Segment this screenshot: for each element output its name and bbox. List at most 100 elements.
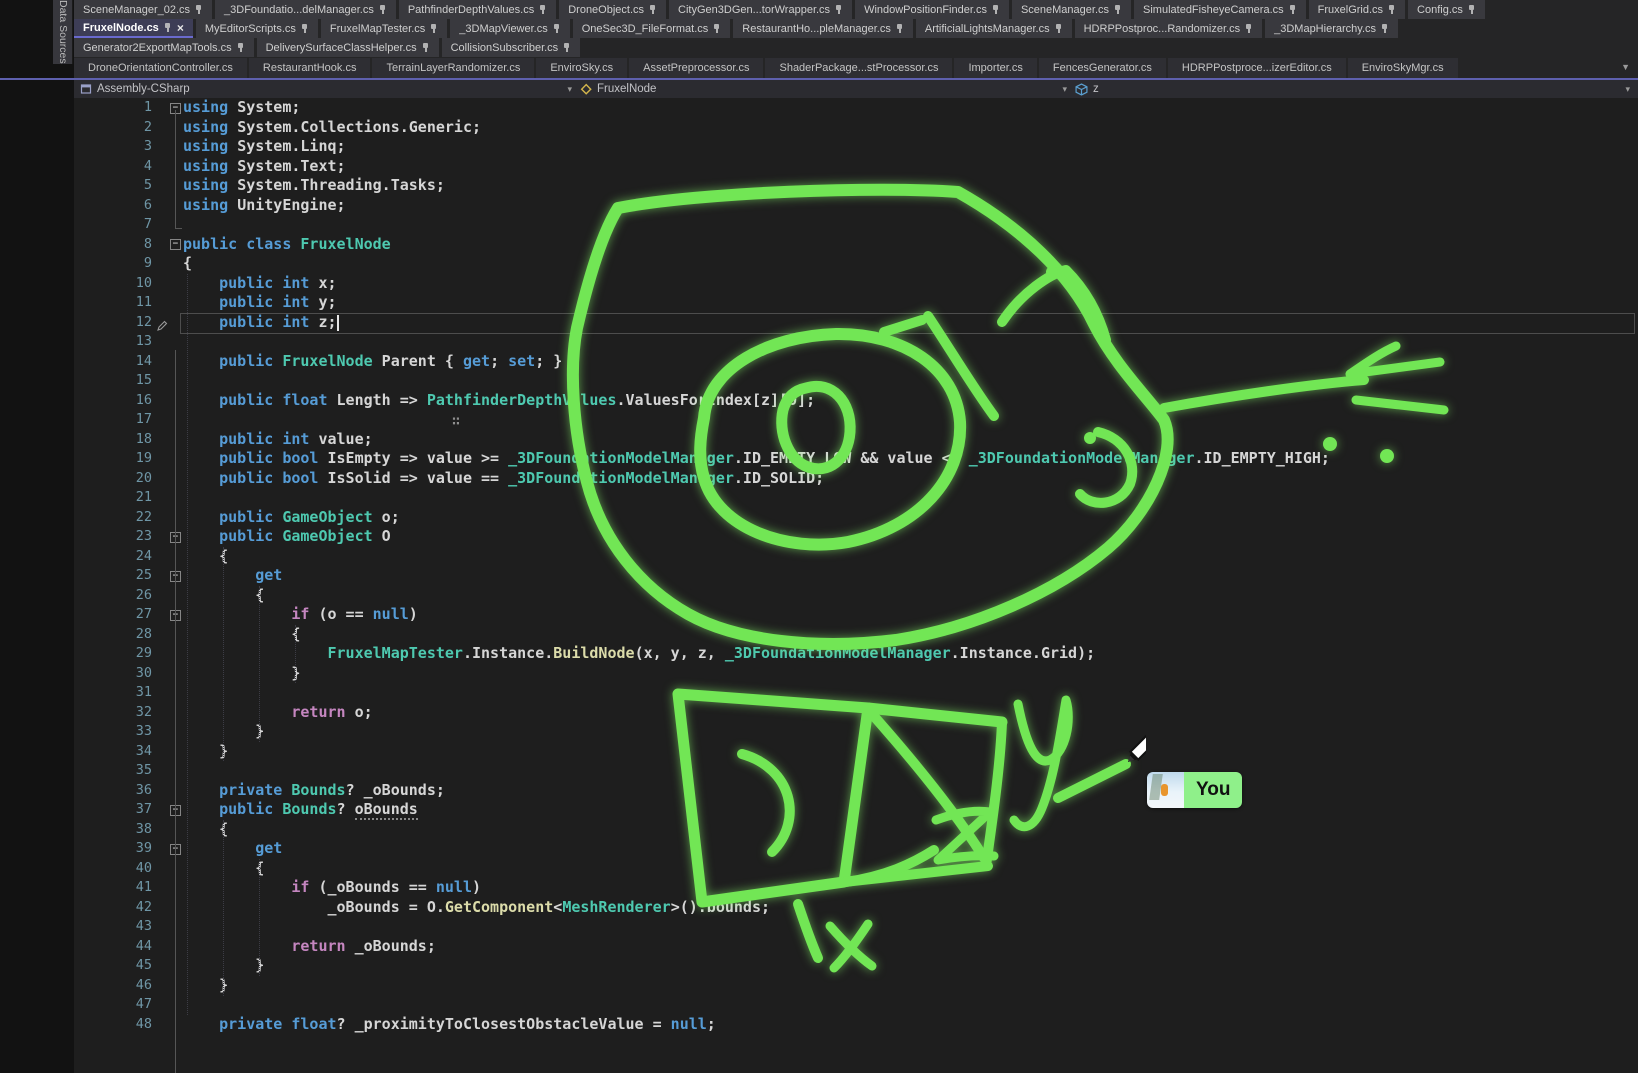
code-line[interactable]: 14 public FruxelNode Parent { get; set; …	[74, 352, 1638, 372]
chevron-down-icon[interactable]: ▾	[567, 84, 572, 95]
document-tab[interactable]: CityGen3DGen...torWrapper.cs	[669, 0, 852, 19]
document-tab[interactable]: SceneManager_02.cs	[74, 0, 212, 19]
document-tab[interactable]: WindowPositionFinder.cs	[855, 0, 1009, 19]
pin-icon[interactable]	[1055, 24, 1063, 34]
code-line[interactable]: 44 return _oBounds;	[74, 937, 1638, 957]
code-line[interactable]: 48 private float? _proximityToClosestObs…	[74, 1015, 1638, 1035]
pin-icon[interactable]	[1468, 5, 1476, 15]
pin-icon[interactable]	[430, 24, 438, 34]
code-line[interactable]: 20 public bool IsSolid => value == _3DFo…	[74, 469, 1638, 489]
pin-icon[interactable]	[1289, 5, 1297, 15]
code-line[interactable]: 9{	[74, 254, 1638, 274]
document-tab[interactable]: TerrainLayerRandomizer.cs	[372, 58, 534, 78]
pin-icon[interactable]	[896, 24, 904, 34]
document-tab[interactable]: CollisionSubscriber.cs	[442, 38, 581, 57]
document-tab[interactable]: _3DFoundatio...delManager.cs	[215, 0, 396, 19]
code-line[interactable]: 6using UnityEngine;	[74, 196, 1638, 216]
pin-icon[interactable]	[649, 5, 657, 15]
code-line[interactable]: 10 public int x;	[74, 274, 1638, 294]
code-line[interactable]: 30 }	[74, 664, 1638, 684]
document-tab[interactable]: Config.cs	[1408, 0, 1485, 19]
document-tab[interactable]: Generator2ExportMapTools.cs	[74, 38, 254, 57]
code-line[interactable]: 15	[74, 371, 1638, 391]
pin-icon[interactable]	[237, 43, 245, 53]
code-line[interactable]: 7	[74, 215, 1638, 235]
document-tab[interactable]: FruxelGrid.cs	[1309, 0, 1405, 19]
document-tab[interactable]: PathfinderDepthValues.cs	[399, 0, 556, 19]
document-tab[interactable]: SceneManager.cs	[1012, 0, 1131, 19]
code-line[interactable]: 41 if (_oBounds == null)	[74, 878, 1638, 898]
pin-icon[interactable]	[992, 5, 1000, 15]
document-tab[interactable]: DroneOrientationController.cs	[74, 58, 247, 78]
document-tab[interactable]: FruxelNode.cs×	[74, 19, 193, 38]
pin-icon[interactable]	[835, 5, 843, 15]
pin-icon[interactable]	[195, 5, 203, 15]
code-line[interactable]: 33 }	[74, 722, 1638, 742]
code-line[interactable]: 18 public int value;	[74, 430, 1638, 450]
document-tab[interactable]: RestaurantHo...pleManager.cs	[733, 19, 913, 38]
pin-icon[interactable]	[563, 43, 571, 53]
code-line[interactable]: 27 if (o == null)	[74, 605, 1638, 625]
code-line[interactable]: 24 {	[74, 547, 1638, 567]
code-line[interactable]: 4using System.Text;	[74, 157, 1638, 177]
code-line[interactable]: 11 public int y;	[74, 293, 1638, 313]
chevron-down-icon[interactable]: ▾	[1625, 84, 1630, 95]
data-sources-side-tab[interactable]: Data Sources	[53, 0, 73, 64]
code-line[interactable]: 37 public Bounds? oBounds	[74, 800, 1638, 820]
code-line[interactable]: 47	[74, 995, 1638, 1015]
code-line[interactable]: 25 get	[74, 566, 1638, 586]
code-line[interactable]: 45 }	[74, 956, 1638, 976]
class-dropdown[interactable]: FruxelNode ▾	[580, 80, 1075, 98]
document-tab[interactable]: DroneObject.cs	[559, 0, 666, 19]
close-icon[interactable]: ×	[177, 22, 184, 34]
code-line[interactable]: 42 _oBounds = O.GetComponent<MeshRendere…	[74, 898, 1638, 918]
pin-icon[interactable]	[164, 23, 172, 33]
pin-icon[interactable]	[1245, 24, 1253, 34]
document-tab[interactable]: OneSec3D_FileFormat.cs	[573, 19, 731, 38]
project-dropdown[interactable]: Assembly-CSharp ▾	[74, 80, 580, 98]
code-line[interactable]: 2using System.Collections.Generic;	[74, 118, 1638, 138]
pin-icon[interactable]	[539, 5, 547, 15]
document-tab[interactable]: EnviroSkyMgr.cs	[1348, 58, 1458, 78]
document-tab[interactable]: ArtificialLightsManager.cs	[916, 19, 1072, 38]
code-line[interactable]: 29 FruxelMapTester.Instance.BuildNode(x,…	[74, 644, 1638, 664]
document-tab[interactable]: FruxelMapTester.cs	[321, 19, 447, 38]
document-tab[interactable]: DeliverySurfaceClassHelper.cs	[257, 38, 439, 57]
code-line[interactable]: 17	[74, 410, 1638, 430]
code-line[interactable]: 12 public int z;	[74, 313, 1638, 333]
tab-overflow-icon[interactable]: ▼	[1621, 62, 1630, 72]
code-line[interactable]: 21	[74, 488, 1638, 508]
pin-icon[interactable]	[379, 5, 387, 15]
pin-icon[interactable]	[301, 24, 309, 34]
document-tab[interactable]: FencesGenerator.cs	[1039, 58, 1166, 78]
code-line[interactable]: 26 {	[74, 586, 1638, 606]
code-line[interactable]: 8public class FruxelNode	[74, 235, 1638, 255]
document-tab[interactable]: MyEditorScripts.cs	[196, 19, 318, 38]
pin-icon[interactable]	[1388, 5, 1396, 15]
document-tab[interactable]: _3DMapHierarchy.cs	[1265, 19, 1398, 38]
document-tab[interactable]: Importer.cs	[954, 58, 1036, 78]
fold-collapse-box[interactable]: −	[170, 239, 181, 250]
code-line[interactable]: 19 public bool IsEmpty => value >= _3DFo…	[74, 449, 1638, 469]
document-tab[interactable]: EnviroSky.cs	[536, 58, 627, 78]
code-editor[interactable]: 1using System;2using System.Collections.…	[74, 98, 1638, 1073]
code-line[interactable]: 1using System;	[74, 98, 1638, 118]
chevron-down-icon[interactable]: ▾	[1062, 84, 1067, 95]
document-tab[interactable]: ShaderPackage...stProcessor.cs	[765, 58, 952, 78]
pin-icon[interactable]	[1114, 5, 1122, 15]
code-line[interactable]: 23 public GameObject O	[74, 527, 1638, 547]
document-tab[interactable]: SimulatedFisheyeCamera.cs	[1134, 0, 1306, 19]
code-line[interactable]: 35	[74, 761, 1638, 781]
pin-icon[interactable]	[422, 43, 430, 53]
pin-icon[interactable]	[553, 24, 561, 34]
code-line[interactable]: 32 return o;	[74, 703, 1638, 723]
member-dropdown[interactable]: z ▾	[1075, 80, 1638, 98]
code-line[interactable]: 34 }	[74, 742, 1638, 762]
document-tab[interactable]: HDRPPostproce...izerEditor.cs	[1168, 58, 1346, 78]
document-tab[interactable]: HDRPPostproc...Randomizer.cs	[1075, 19, 1263, 38]
pin-icon[interactable]	[713, 24, 721, 34]
code-line[interactable]: 36 private Bounds? _oBounds;	[74, 781, 1638, 801]
code-line[interactable]: 5using System.Threading.Tasks;	[74, 176, 1638, 196]
code-line[interactable]: 3using System.Linq;	[74, 137, 1638, 157]
code-line[interactable]: 39 get	[74, 839, 1638, 859]
